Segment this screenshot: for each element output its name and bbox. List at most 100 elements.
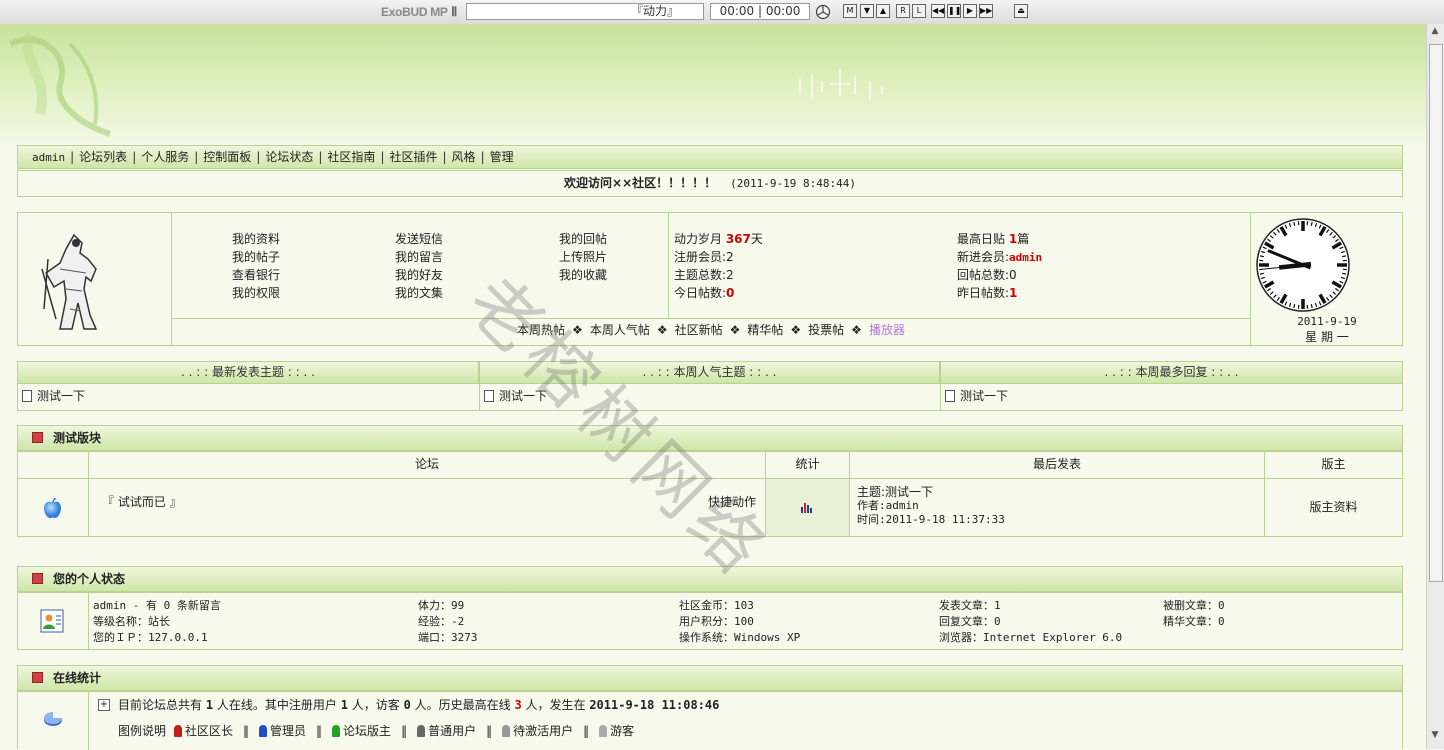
stat-label: 动力岁月	[674, 232, 726, 246]
status-col1-1: 等级名称：站长	[93, 613, 170, 629]
scrollbar-thumb[interactable]	[1429, 44, 1443, 582]
status-col2-2: 端口：3273	[418, 629, 478, 645]
scroll-down-icon[interactable]: ▼	[1429, 730, 1441, 744]
nav-separator: |	[256, 150, 260, 164]
user-icon	[174, 725, 182, 737]
last-author[interactable]: 作者:admin	[857, 499, 1005, 513]
nav-separator: |	[380, 150, 384, 164]
expand-online-icon[interactable]: +	[98, 699, 110, 711]
player-control-9[interactable]: ⏏	[1014, 4, 1028, 18]
panel-link-links_col3-0[interactable]: 我的回帖	[559, 230, 607, 247]
legend-separator: ‖	[316, 724, 322, 738]
online-count: 1	[341, 698, 348, 712]
status-col1-2: 您的ＩＰ：127.0.0.1	[93, 629, 208, 645]
nav-item-8[interactable]: 管理	[490, 150, 514, 164]
player-control-2[interactable]: ▲	[876, 4, 890, 18]
online-stats-panel: + 目前论坛总共有 1 人在线。其中注册用户 1 人，访客 0 人。历史最高在线…	[17, 691, 1403, 749]
panel-link-links_col3-2[interactable]: 我的收藏	[559, 266, 607, 283]
status-col4-2: 浏览器：Internet Explorer 6.0	[939, 629, 1122, 645]
panel-link-links_col2-1[interactable]: 我的留言	[395, 248, 443, 265]
status-col3-2: 操作系统：Windows XP	[679, 629, 800, 645]
player-control-5[interactable]: ◀◀	[931, 4, 945, 18]
stat-value: 2	[726, 268, 734, 282]
banner-decoration	[0, 24, 1426, 144]
panel-link-links_col2-2[interactable]: 我的好友	[395, 266, 443, 283]
panel-link-links_col1-3[interactable]: 我的权限	[232, 284, 280, 301]
document-icon	[484, 390, 494, 402]
player-control-6[interactable]: ❚❚	[947, 4, 961, 18]
panel-link-links_col1-0[interactable]: 我的资料	[232, 230, 280, 247]
user-icon	[332, 725, 340, 737]
quick-link-separator: ❖	[851, 323, 862, 337]
panel-link-links_col1-1[interactable]: 我的帖子	[232, 248, 280, 265]
vertical-scrollbar[interactable]: ▲ ▼	[1426, 24, 1444, 749]
last-topic[interactable]: 主题:测试一下	[857, 485, 1005, 499]
quick-link-2[interactable]: 社区新帖	[675, 323, 723, 337]
quick-link-3[interactable]: 精华帖	[747, 323, 783, 337]
stat-suffix: 天	[751, 232, 763, 246]
online-count: 0	[404, 698, 411, 712]
stat-row: 昨日帖数:1	[957, 284, 1017, 301]
stat-label: 新进会员:	[957, 250, 1009, 264]
player-control-8[interactable]: ▶▶	[979, 4, 993, 18]
panel-link-links_col3-1[interactable]: 上传照片	[559, 248, 607, 265]
track-title-field[interactable]: 『动力』	[466, 3, 704, 20]
nav-item-1[interactable]: 论坛列表	[79, 150, 127, 164]
latest-header-0: . . : : 最新发表主题 : : . .	[17, 361, 479, 384]
quick-link-4[interactable]: 投票帖	[808, 323, 844, 337]
quick-link-5[interactable]: 播放器	[869, 323, 905, 337]
stat-label: 主题总数:	[674, 268, 726, 282]
stat-label: 今日帖数:	[674, 286, 726, 300]
online-count: 1	[206, 698, 213, 712]
moderator-link[interactable]: 版主资料	[1265, 498, 1402, 515]
panel-link-links_col2-3[interactable]: 我的文集	[395, 284, 443, 301]
status-col2-0: 体力：99	[418, 597, 464, 613]
latest-item-link[interactable]: 测试一下	[960, 389, 1008, 403]
forum-name-link[interactable]: 『 试试而已 』	[102, 493, 182, 510]
latest-item-link[interactable]: 测试一下	[37, 389, 85, 403]
document-icon	[22, 390, 32, 402]
player-control-7[interactable]: ▶	[963, 4, 977, 18]
status-col5-1: 精华文章：0	[1163, 613, 1225, 629]
legend-label: 图例说明	[118, 724, 166, 738]
user-card-icon	[38, 607, 66, 635]
player-control-4[interactable]: L	[912, 4, 926, 18]
scroll-up-icon[interactable]: ▲	[1429, 26, 1441, 40]
nav-item-3[interactable]: 控制面板	[203, 150, 251, 164]
expand-icon[interactable]	[32, 573, 43, 584]
latest-header-2: . . : : 本周最多回复 : : . .	[940, 361, 1403, 384]
panel-link-links_col2-0[interactable]: 发送短信	[395, 230, 443, 247]
nav-item-0[interactable]: admin	[32, 151, 65, 164]
clock-date: 2011-9-19	[1251, 315, 1403, 328]
nav-item-7[interactable]: 风格	[452, 150, 476, 164]
stats-chart-icon[interactable]	[800, 501, 814, 513]
status-col3-0: 社区金币：103	[679, 597, 754, 613]
header-banner	[0, 24, 1426, 144]
player-control-0[interactable]: M	[843, 4, 857, 18]
stat-label: 昨日帖数:	[957, 286, 1009, 300]
stat-row: 新进会员:admin	[957, 248, 1042, 265]
online-count: 2011-9-18 11:08:46	[589, 698, 719, 712]
nav-item-2[interactable]: 个人服务	[141, 150, 189, 164]
status-col2-1: 经验：-2	[418, 613, 464, 629]
stat-value: 1	[1009, 286, 1017, 300]
mode-icon[interactable]	[815, 4, 831, 20]
media-player-bar: ExoBUD MP Ⅱ 『动力』 00:00 | 00:00 M▼▲RL◀◀❚❚…	[0, 0, 1444, 25]
expand-icon[interactable]	[32, 672, 43, 683]
online-stats-header[interactable]: 在线统计	[17, 665, 1403, 691]
last-post-info: 主题:测试一下 作者:admin 时间:2011-9-18 11:37:33	[857, 485, 1005, 527]
stat-value: 0	[1009, 268, 1017, 282]
legend-separator: ‖	[243, 724, 249, 738]
personal-status-panel: admin - 有 0 条新留言等级名称：站长您的ＩＰ：127.0.0.1 体力：…	[17, 592, 1403, 650]
status-col1-0: admin - 有 0 条新留言	[93, 597, 221, 613]
nav-item-6[interactable]: 社区插件	[389, 150, 437, 164]
panel-link-links_col1-2[interactable]: 查看银行	[232, 266, 280, 283]
user-icon	[259, 725, 267, 737]
expand-icon[interactable]	[32, 432, 43, 443]
player-control-1[interactable]: ▼	[860, 4, 874, 18]
player-control-3[interactable]: R	[896, 4, 910, 18]
nav-item-5[interactable]: 社区指南	[327, 150, 375, 164]
nav-item-4[interactable]: 论坛状态	[265, 150, 313, 164]
quick-link-separator: ❖	[790, 323, 801, 337]
online-text: 人，访客	[348, 698, 404, 712]
